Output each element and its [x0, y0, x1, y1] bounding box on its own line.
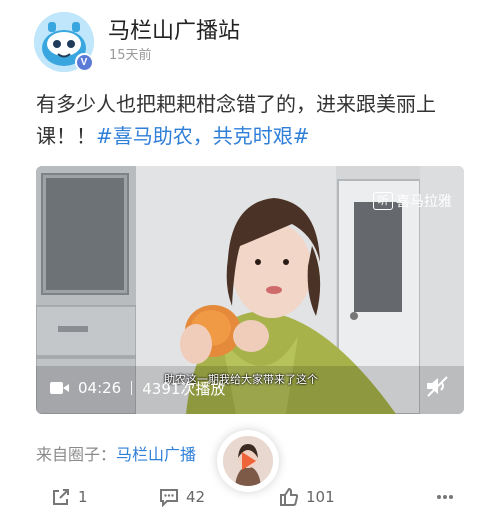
video-camera-icon [50, 381, 70, 395]
verified-badge-icon: V [75, 53, 93, 71]
like-button[interactable]: 101 [278, 486, 335, 507]
more-dots-icon [437, 495, 453, 499]
post-time: 15天前 [109, 48, 152, 63]
brand-name: 喜马拉雅 [396, 194, 452, 210]
floating-audio-player[interactable] [217, 430, 279, 492]
player-cover [223, 436, 273, 486]
comment-button[interactable]: 42 [158, 486, 205, 507]
source-label: 来自圈子： [36, 445, 117, 464]
thumbs-up-icon [280, 487, 299, 506]
circle-link[interactable]: 马栏山广播 [116, 445, 196, 464]
video-info-bar: 04:26 4391次播放 [50, 376, 225, 400]
ximalaya-logo-icon: 听 [373, 192, 393, 210]
like-count: 101 [306, 488, 335, 506]
share-button[interactable]: 1 [50, 486, 88, 507]
play-count: 4391次播放 [142, 379, 226, 398]
comment-icon [160, 489, 178, 507]
topic-tag-link[interactable]: #喜马助农，共克时艰# [96, 124, 310, 148]
post-header: V 马栏山广播站 15天前 [34, 8, 474, 72]
divider [131, 381, 133, 395]
share-count: 1 [78, 488, 88, 506]
play-icon[interactable] [242, 452, 256, 470]
video-duration: 04:26 [78, 379, 122, 397]
post-text: 有多少人也把耙耙柑念错了的，进来跟美丽上课！！#喜马助农，共克时艰# [36, 88, 468, 152]
comment-count: 42 [186, 488, 206, 506]
video-player[interactable]: 听 喜马拉雅 助农这一期我给大家带来了这个 04:26 4391次播放 [36, 166, 464, 414]
author-name[interactable]: 马栏山广播站 [108, 13, 240, 45]
more-button[interactable] [434, 486, 462, 507]
ximalaya-watermark: 听 喜马拉雅 [373, 190, 452, 212]
volume-mute-icon[interactable] [424, 374, 450, 398]
circle-source: 来自圈子：马栏山广播 [36, 441, 196, 465]
share-icon [53, 489, 69, 505]
